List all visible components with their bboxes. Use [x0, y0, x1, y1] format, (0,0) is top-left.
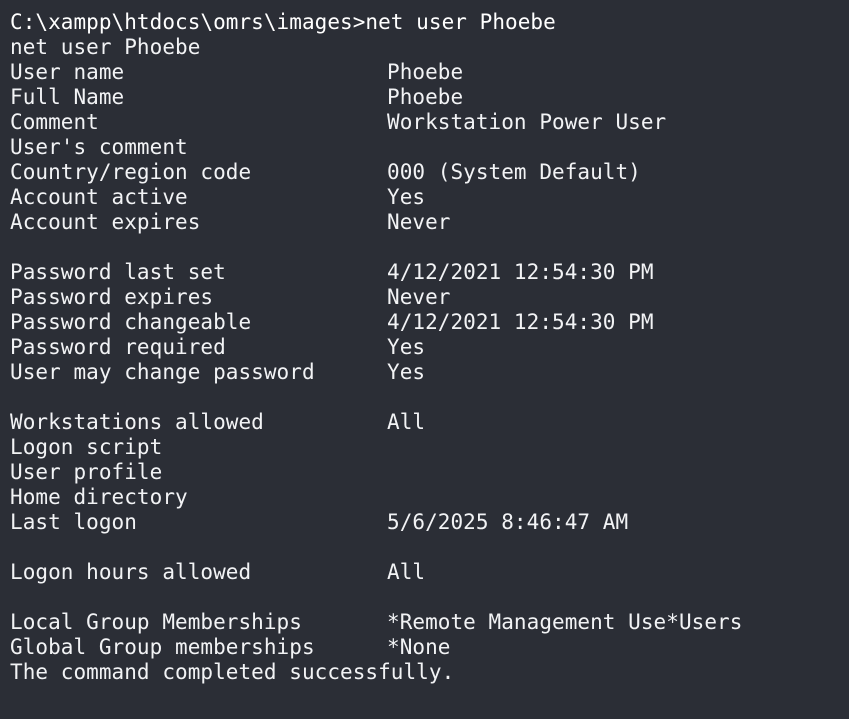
row-workstations-allowed: Workstations allowed All: [10, 410, 849, 435]
field-label: Comment: [10, 110, 99, 134]
row-logon-script: Logon script: [10, 435, 849, 460]
row-country-region-code: Country/region code 000 (System Default): [10, 160, 849, 185]
field-value: 4/12/2021 12:54:30 PM: [387, 310, 654, 334]
field-label: Local Group Memberships: [10, 610, 302, 634]
row-account-active: Account active Yes: [10, 185, 849, 210]
row-password-changeable: Password changeable 4/12/2021 12:54:30 PM: [10, 310, 849, 335]
row-user-name: User name Phoebe: [10, 60, 849, 85]
field-value: Never: [387, 210, 451, 234]
field-label: Home directory: [10, 485, 188, 509]
field-label: Full Name: [10, 85, 125, 109]
field-label: Account expires: [10, 210, 201, 234]
row-password-expires: Password expires Never: [10, 285, 849, 310]
command-echo-line: net user Phoebe: [10, 35, 201, 59]
row-comment: Comment Workstation Power User: [10, 110, 849, 135]
row-password-last-set: Password last set 4/12/2021 12:54:30 PM: [10, 260, 849, 285]
field-label: User profile: [10, 460, 163, 484]
row-user-profile: User profile: [10, 460, 849, 485]
row-home-directory: Home directory: [10, 485, 849, 510]
field-value: Yes: [387, 185, 426, 209]
field-value: 4/12/2021 12:54:30 PM: [387, 260, 654, 284]
row-user-may-change-password: User may change password Yes: [10, 360, 849, 385]
row-full-name: Full Name Phoebe: [10, 85, 849, 110]
row-logon-hours-allowed: Logon hours allowed All: [10, 560, 849, 585]
field-value: 000 (System Default): [387, 160, 641, 184]
field-value: *None: [387, 635, 451, 659]
field-value: Yes: [387, 360, 426, 384]
field-label: Password required: [10, 335, 226, 359]
field-label: Password changeable: [10, 310, 252, 334]
field-value: All: [387, 410, 426, 434]
field-value: Phoebe: [387, 60, 464, 84]
command-completion-line: The command completed successfully.: [10, 660, 455, 684]
row-users-comment: User's comment: [10, 135, 849, 160]
field-value: All: [387, 560, 426, 584]
field-value: Never: [387, 285, 451, 309]
field-label: User name: [10, 60, 125, 84]
field-label: Logon hours allowed: [10, 560, 252, 584]
field-value: *Remote Management Use*Users: [387, 610, 743, 634]
field-label: Password expires: [10, 285, 214, 309]
field-value: Workstation Power User: [387, 110, 667, 134]
field-label: Password last set: [10, 260, 226, 284]
row-account-expires: Account expires Never: [10, 210, 849, 235]
field-value: Yes: [387, 335, 426, 359]
terminal-window[interactable]: C:\xampp\htdocs\omrs\images>net user Pho…: [0, 0, 849, 719]
command-prompt-line: C:\xampp\htdocs\omrs\images>net user Pho…: [10, 10, 556, 34]
field-label: Account active: [10, 185, 188, 209]
field-label: Last logon: [10, 510, 137, 534]
field-label: Workstations allowed: [10, 410, 264, 434]
field-label: User may change password: [10, 360, 315, 384]
row-global-group-memberships: Global Group memberships *None: [10, 635, 849, 660]
field-label: Country/region code: [10, 160, 252, 184]
background-tab-strip: [0, 0, 849, 8]
field-label: Logon script: [10, 435, 163, 459]
terminal-output: C:\xampp\htdocs\omrs\images>net user Pho…: [10, 10, 849, 685]
field-label: Global Group memberships: [10, 635, 315, 659]
row-password-required: Password required Yes: [10, 335, 849, 360]
field-value: Phoebe: [387, 85, 464, 109]
row-local-group-memberships: Local Group Memberships *Remote Managemen…: [10, 610, 849, 635]
field-value: 5/6/2025 8:46:47 AM: [387, 510, 629, 534]
row-last-logon: Last logon 5/6/2025 8:46:47 AM: [10, 510, 849, 535]
field-label: User's comment: [10, 135, 188, 159]
